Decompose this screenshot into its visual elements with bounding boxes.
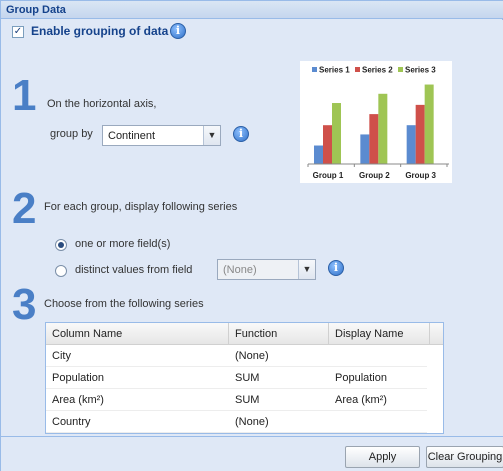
cell-column-name: Population [52,372,104,384]
column-header-function[interactable]: Function [229,323,329,345]
table-row[interactable]: City (None) [46,345,427,367]
chart-bar [406,125,416,164]
chart-bar [360,134,370,164]
chart-bar [332,103,341,164]
radio-one-or-more-fields[interactable] [55,239,67,251]
table-row[interactable]: Country (None) [46,411,427,433]
column-header-name[interactable]: Column Name [46,323,229,345]
cell-column-name: City [52,350,71,362]
apply-button[interactable]: Apply [345,446,420,468]
radio-distinct-values[interactable] [55,265,67,277]
step-1-number: 1 [12,71,37,120]
distinct-field-select[interactable]: (None) ▼ [217,259,316,280]
chart-bar [314,145,323,164]
step-1-text: On the horizontal axis, [47,98,157,110]
cell-function[interactable]: SUM [229,389,265,411]
legend-swatch [312,67,317,72]
x-tick-label: Group 3 [405,171,436,180]
step-3-text: Choose from the following series [44,298,204,310]
cell-display-name[interactable]: Area (km²) [329,389,393,411]
table-row[interactable]: Population SUM Population [46,367,427,389]
info-icon[interactable]: i [170,23,186,39]
series-grid: Column Name Function Display Name City (… [45,322,444,434]
chart-bar [323,125,332,164]
cell-function[interactable]: SUM [229,367,265,389]
footer-toolbar: Apply Clear Grouping [1,436,503,471]
cell-function[interactable]: (None) [229,411,275,433]
step-3-number: 3 [12,280,37,329]
chart-bar [378,93,388,164]
grouping-preview-chart: Series 1 Series 2 Series 3 Group 1 Group 2 Gr… [300,61,452,183]
chart-bar [415,104,425,164]
legend-label: Series 3 [405,66,436,75]
legend-label: Series 2 [362,66,393,75]
cell-display-name[interactable] [329,345,341,367]
legend-swatch [355,67,360,72]
clear-grouping-button[interactable]: Clear Grouping [426,446,503,468]
chart-bar [424,84,434,164]
x-tick-label: Group 2 [359,171,390,180]
info-icon[interactable]: i [328,260,344,276]
chart-bar [369,114,379,164]
x-tick-label: Group 1 [313,171,344,180]
chevron-down-icon[interactable]: ▼ [203,126,220,145]
chevron-down-icon[interactable]: ▼ [298,260,315,279]
cell-display-name[interactable] [329,411,341,433]
cell-column-name: Area (km²) [52,394,104,406]
step-2-text: For each group, display following series [44,201,238,213]
option-one-or-more-fields-label[interactable]: one or more field(s) [75,238,170,250]
table-row[interactable]: Area (km²) SUM Area (km²) [46,389,427,411]
grid-header: Column Name Function Display Name [46,323,443,345]
distinct-field-value: (None) [223,264,257,276]
cell-column-name: Country [52,416,91,428]
group-by-label: group by [50,128,93,140]
column-header-display-name[interactable]: Display Name [329,323,430,345]
legend-label: Series 1 [319,66,350,75]
group-by-select[interactable]: Continent ▼ [102,125,221,146]
info-icon[interactable]: i [233,126,249,142]
option-distinct-values-label[interactable]: distinct values from field [75,264,192,276]
cell-function[interactable]: (None) [229,345,275,367]
step-2-number: 2 [12,184,37,233]
enable-grouping-checkbox[interactable]: ✓ [12,26,24,38]
legend-swatch [398,67,403,72]
panel-title: Group Data [1,1,503,19]
group-data-panel: Group Data ✓ Enable grouping of data i 1… [0,0,503,471]
enable-grouping-label[interactable]: Enable grouping of data [31,24,168,38]
cell-display-name[interactable]: Population [329,367,393,389]
group-by-value: Continent [108,130,156,142]
